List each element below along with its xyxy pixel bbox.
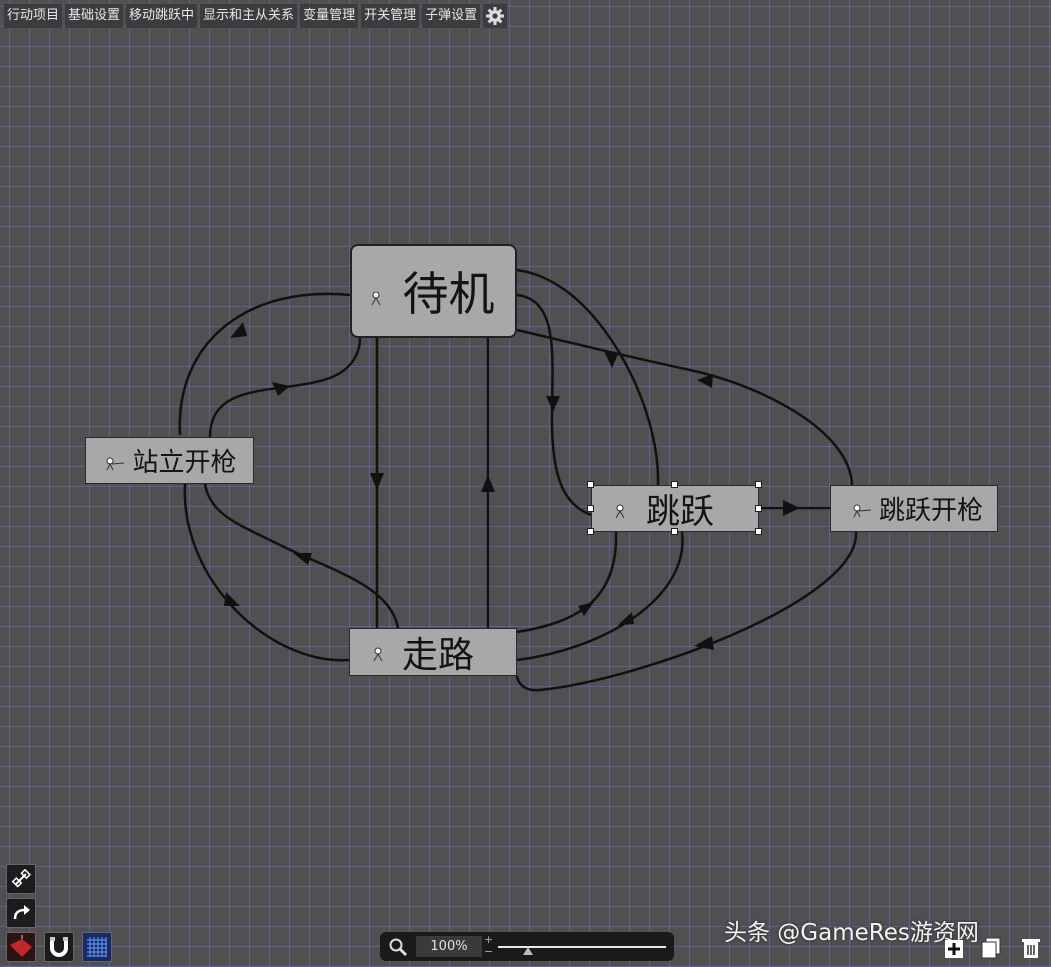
delete-icon[interactable] [1019,936,1043,960]
state-machine-canvas[interactable]: 行动项目 基础设置 移动跳跃中 显示和主从关系 变量管理 开关管理 子弹设置 待… [0,0,1051,967]
zoom-stepper-icon[interactable]: + − [484,934,493,958]
resize-handle[interactable] [587,528,594,535]
zoom-slider[interactable] [498,940,668,955]
edge-jump-to-idle [516,268,660,486]
character-shoot-icon [104,456,126,475]
state-label: 站立开枪 [132,448,237,478]
resize-handle[interactable] [671,528,678,535]
state-label: 跳跃 [646,492,714,532]
zoom-control: 100% + − [380,932,674,961]
edge-arrow [293,553,312,565]
edge-arrow [697,374,713,388]
edge-stand-shoot-to-walk [183,483,350,662]
resize-handle[interactable] [587,481,594,488]
character-shoot-icon [851,503,873,522]
zoom-icon[interactable] [388,937,408,961]
add-icon[interactable] [943,936,967,960]
resize-handle[interactable] [671,481,678,488]
character-icon [368,290,384,310]
state-label: 跳跃开枪 [878,496,983,526]
edge-jump-shoot-to-walk [515,531,858,692]
edge-jump-to-walk [516,531,684,662]
edge-idle-to-stand-shoot [178,292,351,436]
fill-icon[interactable] [6,932,36,962]
state-node-walk[interactable]: 走路 [349,628,517,676]
edge-arrow [370,473,384,490]
character-icon [612,503,628,523]
copy-icon[interactable] [980,936,1004,960]
resize-handle[interactable] [755,481,762,488]
edge-arrow [618,612,634,625]
edge-arrow [546,396,560,412]
edge-arrow [783,500,800,516]
edge-walk-to-jump [516,531,618,634]
edge-jump-shoot-to-idle [516,328,854,486]
edge-arrow [578,602,594,616]
link-icon[interactable] [6,864,36,894]
character-icon [370,646,386,666]
edge-arrow [481,475,495,492]
resize-handle[interactable] [587,505,594,512]
state-node-stand-shoot[interactable]: 站立开枪 [85,437,254,484]
grid-icon[interactable] [82,932,112,962]
state-node-jump[interactable]: 跳跃 [591,485,759,532]
state-label: 走路 [401,635,474,676]
state-label: 待机 [402,267,495,321]
edge-arrow [230,322,247,338]
watermark-text: 头条 @GameRes游资网 [724,920,979,946]
resize-handle[interactable] [755,505,762,512]
magnet-icon[interactable] [44,932,74,962]
zoom-value[interactable]: 100% [416,936,482,957]
resize-handle[interactable] [755,528,762,535]
zoom-slider-thumb[interactable] [523,947,534,955]
edge-arrow [224,592,240,606]
redo-icon[interactable] [6,898,36,928]
state-node-jump-shoot[interactable]: 跳跃开枪 [830,485,998,532]
state-node-idle[interactable]: 待机 [350,244,517,338]
